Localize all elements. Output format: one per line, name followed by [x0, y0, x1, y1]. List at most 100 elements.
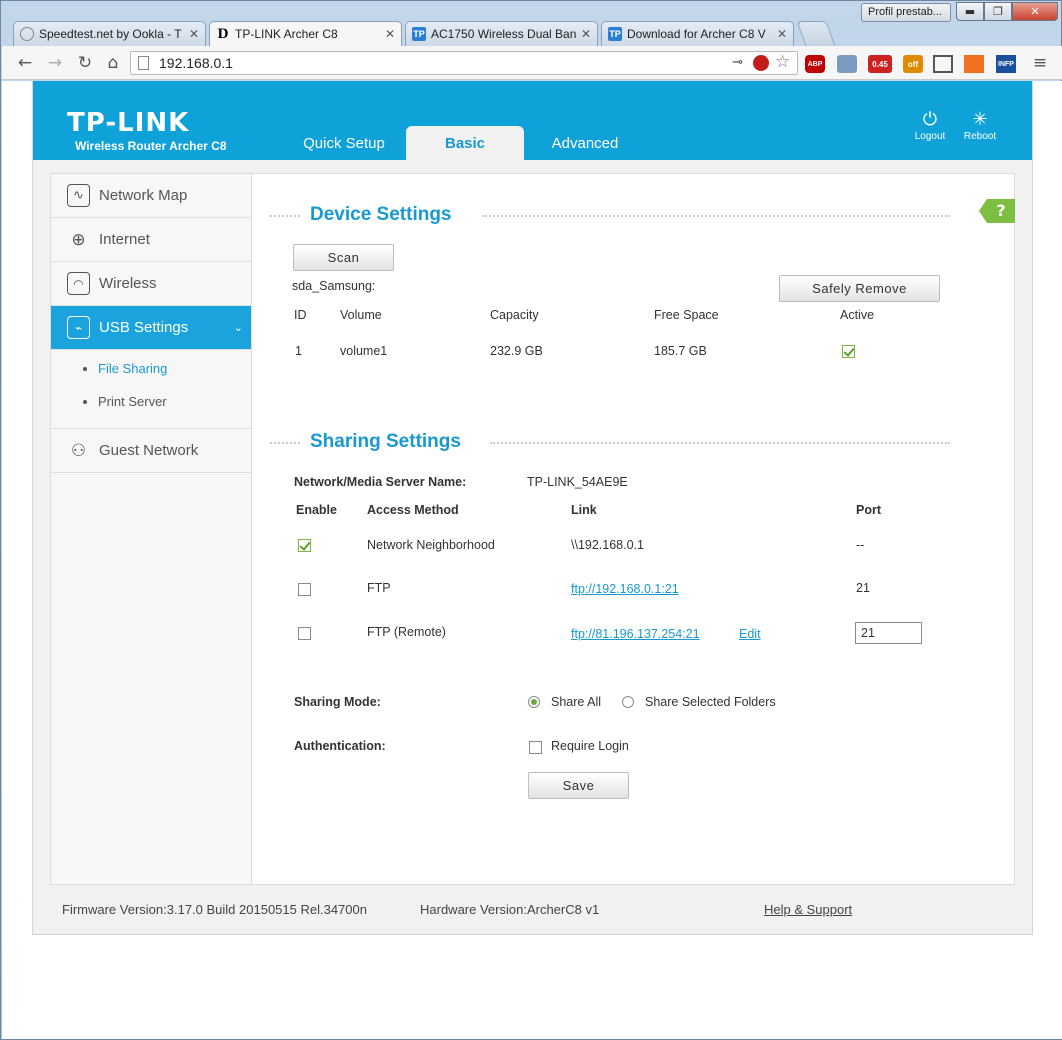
- reboot-button[interactable]: ✳ Reboot: [960, 109, 1000, 142]
- volume-active-checkbox[interactable]: [842, 345, 855, 358]
- close-window-button[interactable]: ✕: [1012, 2, 1058, 21]
- infp-icon[interactable]: INFP: [996, 55, 1016, 73]
- tp-link-logo: TP-LINK: [67, 108, 190, 138]
- tab-title: Download for Archer C8 V: [627, 27, 766, 41]
- home-icon[interactable]: ⌂: [102, 52, 124, 74]
- sidebar-item-guest-network[interactable]: ⚇ Guest Network: [51, 429, 251, 473]
- sidebar-subitem-print-server[interactable]: Print Server: [51, 394, 251, 427]
- tab-title: AC1750 Wireless Dual Ban: [431, 27, 577, 41]
- port-ftp: 21: [856, 581, 870, 595]
- key-icon[interactable]: ⊸: [732, 54, 743, 70]
- dotted-divider: [482, 215, 950, 217]
- share-selected-radio[interactable]: [622, 696, 634, 708]
- logout-button[interactable]: ⏻ Logout: [910, 109, 950, 142]
- forward-arrow-icon[interactable]: →: [44, 52, 66, 74]
- camera-icon[interactable]: [837, 55, 857, 73]
- help-support-link[interactable]: Help & Support: [764, 902, 852, 917]
- close-tab-icon[interactable]: ✕: [777, 27, 787, 41]
- main-panel: ∿ Network Map ⊕ Internet ◠ Wireless ⌁ US…: [50, 173, 1015, 885]
- cast-icon[interactable]: [933, 55, 953, 73]
- port-network-neighborhood: --: [856, 538, 865, 552]
- col-header-link: Link: [571, 503, 597, 517]
- method-network-neighborhood: Network Neighborhood: [367, 538, 495, 552]
- volume-name: volume1: [340, 344, 388, 358]
- scan-button[interactable]: Scan: [293, 244, 394, 271]
- minimize-button[interactable]: ▬: [956, 2, 984, 21]
- router-header: TP-LINK Wireless Router Archer C8 Quick …: [33, 81, 1032, 160]
- link-network-neighborhood: \\192.168.0.1: [571, 538, 644, 552]
- sidebar-subitem-file-sharing[interactable]: File Sharing: [51, 361, 251, 394]
- ghost-off-icon[interactable]: off: [903, 55, 923, 73]
- col-header-active: Active: [840, 308, 875, 322]
- tab-basic[interactable]: Basic: [406, 126, 524, 160]
- sidebar-item-network-map[interactable]: ∿ Network Map: [51, 174, 251, 218]
- tab-quick-setup[interactable]: Quick Setup: [289, 126, 399, 160]
- back-arrow-icon[interactable]: ←: [14, 52, 36, 74]
- new-tab-button[interactable]: [796, 21, 836, 46]
- require-login-label: Require Login: [551, 739, 629, 753]
- volume-id: 1: [295, 344, 302, 358]
- guest-users-icon: ⚇: [70, 440, 87, 461]
- globe-icon: ⊕: [71, 229, 86, 250]
- url-text: 192.168.0.1: [159, 55, 233, 71]
- sidebar-item-internet[interactable]: ⊕ Internet: [51, 218, 251, 262]
- tab-title: Speedtest.net by Ookla - T: [39, 27, 182, 41]
- method-ftp: FTP: [367, 581, 391, 595]
- maximize-button[interactable]: ❐: [984, 2, 1012, 21]
- edit-ftp-remote-link[interactable]: Edit: [739, 627, 761, 641]
- address-bar[interactable]: 192.168.0.1 ⊸ ☆: [130, 51, 798, 75]
- profile-button[interactable]: Profil prestab...: [861, 3, 951, 22]
- enable-ftp-remote-checkbox[interactable]: [298, 627, 311, 640]
- col-header-capacity: Capacity: [490, 308, 539, 322]
- router-app: TP-LINK Wireless Router Archer C8 Quick …: [32, 81, 1033, 935]
- enable-network-neighborhood-checkbox[interactable]: [298, 539, 311, 552]
- logout-label: Logout: [914, 131, 946, 142]
- sidebar-item-label: Wireless: [99, 275, 157, 292]
- close-tab-icon[interactable]: ✕: [385, 27, 395, 41]
- browser-tab-ac1750[interactable]: TP AC1750 Wireless Dual Ban ✕: [405, 21, 598, 46]
- browser-tab-download[interactable]: TP Download for Archer C8 V ✕: [601, 21, 794, 46]
- server-name-label: Network/Media Server Name:: [294, 475, 467, 489]
- share-all-radio[interactable]: [528, 696, 540, 708]
- usb-submenu: File Sharing Print Server: [51, 350, 251, 429]
- sidebar-item-usb-settings[interactable]: ⌁ USB Settings ⌄: [51, 306, 251, 350]
- close-tab-icon[interactable]: ✕: [581, 27, 591, 41]
- abp-icon[interactable]: ABP: [805, 55, 825, 73]
- sidebar-item-wireless[interactable]: ◠ Wireless: [51, 262, 251, 306]
- col-header-free-space: Free Space: [654, 308, 719, 322]
- browser-tab-archer[interactable]: D TP-LINK Archer C8 ✕: [209, 21, 402, 46]
- reboot-spinner-icon: ✳: [972, 109, 988, 130]
- block-icon[interactable]: [753, 55, 769, 71]
- speedtest-icon: [20, 27, 34, 41]
- menu-icon[interactable]: ≡: [1029, 52, 1051, 74]
- save-button[interactable]: Save: [528, 772, 629, 799]
- reload-icon[interactable]: ↻: [74, 52, 96, 74]
- browser-tab-speedtest[interactable]: Speedtest.net by Ookla - T ✕: [13, 21, 206, 46]
- help-question-icon[interactable]: ?: [979, 199, 1015, 223]
- ftp-remote-port-input[interactable]: [855, 622, 922, 644]
- speed-meter-icon[interactable]: 0.45: [868, 55, 892, 73]
- col-header-volume: Volume: [340, 308, 382, 322]
- chart-icon[interactable]: [964, 55, 984, 73]
- device-name: sda_Samsung:: [292, 279, 376, 293]
- network-map-icon: ∿: [67, 184, 90, 207]
- tab-advanced[interactable]: Advanced: [529, 126, 641, 160]
- require-login-checkbox[interactable]: [529, 741, 542, 754]
- link-ftp[interactable]: ftp://192.168.0.1:21: [571, 582, 679, 596]
- power-icon: ⏻: [922, 109, 938, 130]
- sidebar-item-label: USB Settings: [99, 319, 189, 336]
- sidebar: ∿ Network Map ⊕ Internet ◠ Wireless ⌁ US…: [51, 174, 252, 884]
- firmware-version: Firmware Version:3.17.0 Build 20150515 R…: [62, 902, 367, 917]
- close-tab-icon[interactable]: ✕: [189, 27, 199, 41]
- tp-icon: TP: [608, 27, 622, 41]
- col-header-id: ID: [294, 308, 307, 322]
- link-ftp-remote[interactable]: ftp://81.196.137.254:21: [571, 627, 700, 641]
- enable-ftp-checkbox[interactable]: [298, 583, 311, 596]
- tp-icon: TP: [412, 27, 426, 41]
- volume-capacity: 232.9 GB: [490, 344, 543, 358]
- router-model: Wireless Router Archer C8: [75, 139, 227, 153]
- server-name-value: TP-LINK_54AE9E: [527, 475, 628, 489]
- safely-remove-button[interactable]: Safely Remove: [779, 275, 940, 302]
- browser-window: Profil prestab... ▬ ❐ ✕ Speedtest.net by…: [0, 0, 1062, 1040]
- bookmark-star-icon[interactable]: ☆: [775, 52, 790, 72]
